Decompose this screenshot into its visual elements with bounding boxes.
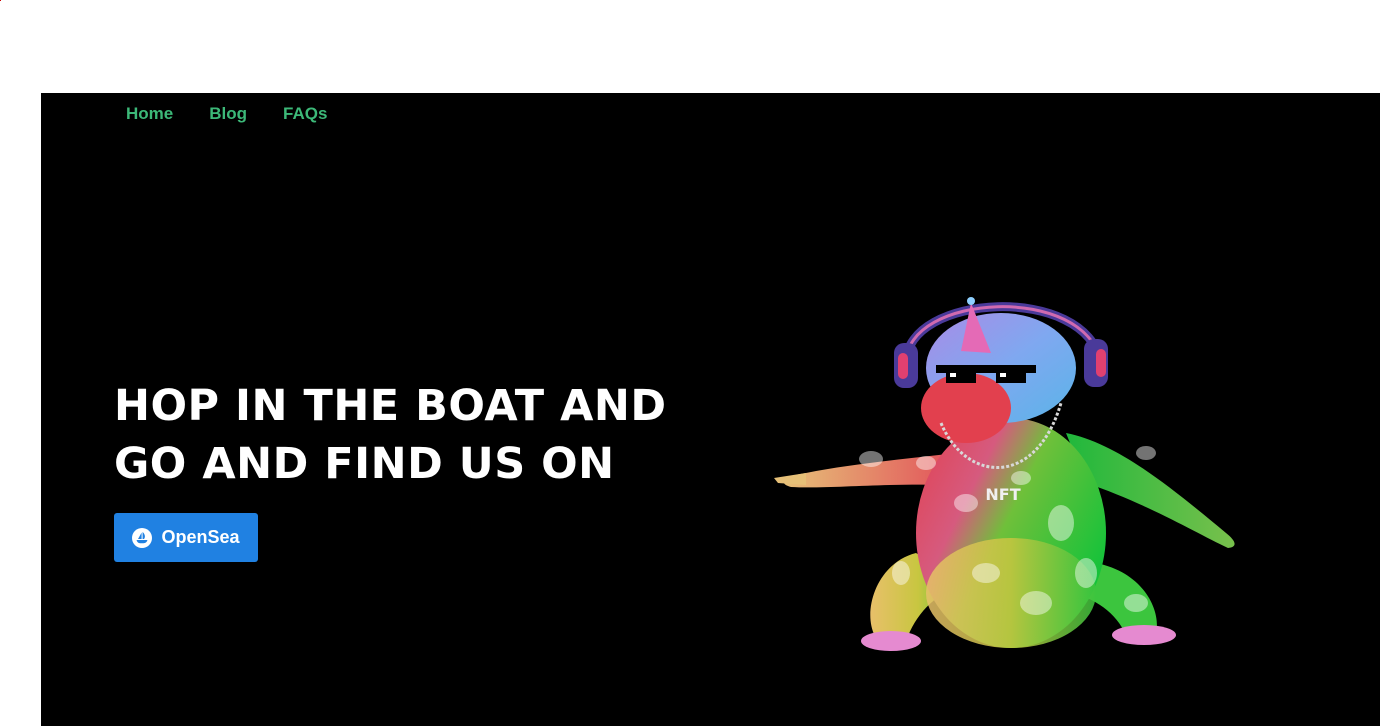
hero-title: HOP IN THE BOAT AND GO AND FIND US ON: [114, 377, 714, 493]
hero-title-line-1: HOP IN THE BOAT AND: [114, 381, 667, 431]
frog-dj-illustration: NFT: [774, 297, 1235, 651]
opensea-button[interactable]: OpenSea: [114, 513, 258, 562]
main-nav: Home Blog FAQs: [126, 103, 363, 125]
necklace-text: NFT: [985, 485, 1020, 504]
opensea-icon: [132, 527, 153, 548]
nav-link-blog[interactable]: Blog: [209, 103, 247, 125]
nav-link-home[interactable]: Home: [126, 103, 173, 125]
hero-section: Home Blog FAQs HOP IN THE BOAT AND GO AN…: [41, 93, 1380, 726]
hero-title-line-2: GO AND FIND US ON: [114, 439, 615, 489]
corner-marker: [0, 0, 1, 1]
opensea-button-label: OpenSea: [161, 527, 240, 547]
nav-link-faqs[interactable]: FAQs: [283, 103, 327, 125]
